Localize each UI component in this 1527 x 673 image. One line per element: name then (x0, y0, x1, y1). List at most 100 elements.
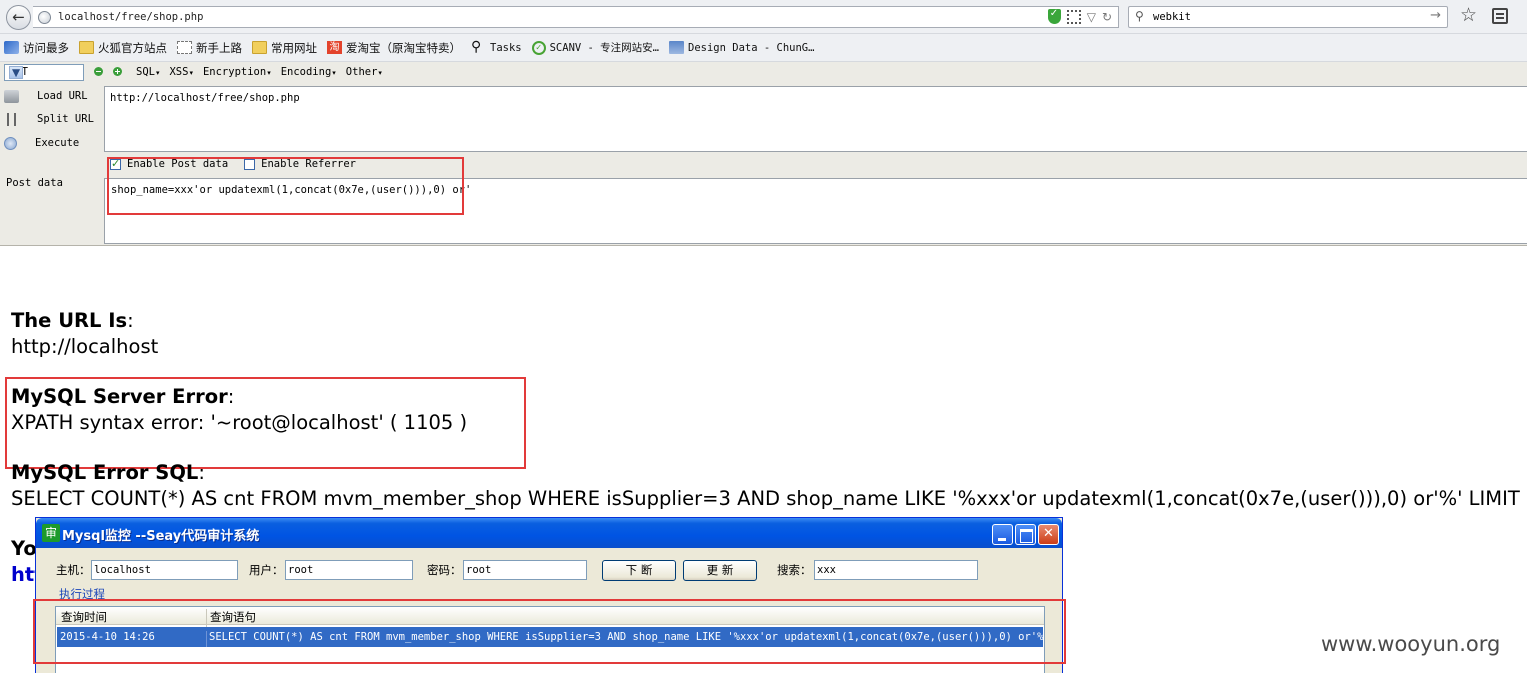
maximize-icon[interactable] (1015, 524, 1036, 545)
window-title: Mysql监控 --Seay代码审计系统 (62, 529, 260, 544)
address-bar[interactable]: localhost/free/shop.php ▽ ↻ (33, 6, 1119, 28)
sql-heading-text: MySQL Error SQL (11, 461, 199, 484)
most-visited-icon (4, 41, 19, 54)
hackbar-menu: SQL XSS Encryption Encoding Other (136, 66, 382, 78)
dropdown-icon[interactable]: ▽ (1087, 10, 1096, 24)
address-text: localhost/free/shop.php (58, 11, 204, 23)
taobao-icon: 淘 (327, 41, 342, 54)
menu-xss[interactable]: XSS (169, 66, 192, 78)
play-icon (4, 136, 17, 150)
row-query: SELECT COUNT(*) AS cnt FROM mvm_member_s… (209, 631, 1043, 643)
bookmark-most-visited[interactable]: 访问最多 (4, 40, 69, 56)
increment-icon[interactable] (113, 67, 122, 76)
column-header-time[interactable]: 查询时间 (61, 609, 107, 625)
cell-separator (206, 631, 207, 647)
qr-code-icon[interactable] (1066, 9, 1081, 24)
password-label: 密码： (427, 563, 462, 577)
tasks-icon: ⚲ (471, 39, 482, 55)
scissors-icon (7, 112, 16, 126)
sql-value: SELECT COUNT(*) AS cnt FROM mvm_member_s… (11, 487, 1527, 510)
go-arrow-icon[interactable]: → (1430, 8, 1441, 23)
enable-post-label: Enable Post data (127, 158, 229, 170)
table-row[interactable]: 2015-4-10 14:26 SELECT COUNT(*) AS cnt F… (57, 627, 1043, 647)
bookmark-firefox-site[interactable]: 火狐官方站点 (79, 40, 167, 56)
window-titlebar[interactable]: 审 Mysql监控 --Seay代码审计系统 (36, 518, 1062, 548)
bookmark-common-urls[interactable]: 常用网址 (252, 40, 317, 56)
decrement-icon[interactable] (94, 67, 103, 76)
split-url-label: Split URL (37, 113, 94, 125)
watermark: www.wooyun.org (1321, 632, 1501, 656)
bookmark-getting-started[interactable]: 新手上路 (177, 40, 242, 56)
column-header-query[interactable]: 查询语句 (210, 609, 256, 625)
bookmarks-bar: 访问最多 火狐官方站点 新手上路 常用网址 淘 爱淘宝（原淘宝特卖） ⚲ Tas… (0, 34, 1527, 62)
menu-encoding[interactable]: Encoding (281, 66, 336, 78)
error-value: XPATH syntax error: '~root@localhost' ( … (11, 411, 468, 434)
folder-icon (79, 41, 94, 54)
bookmark-label: 爱淘宝（原淘宝特卖） (346, 40, 461, 55)
bookmark-label: 常用网址 (271, 40, 317, 55)
enable-referrer-checkbox[interactable] (244, 158, 256, 170)
partial-heading-text: Yo (11, 537, 37, 560)
bookmark-taobao[interactable]: 淘 爱淘宝（原淘宝特卖） (327, 40, 461, 56)
execute-label: Execute (35, 137, 80, 149)
bookmark-label: Tasks (490, 41, 522, 54)
enable-referrer-label: Enable Referrer (261, 158, 356, 170)
search-input[interactable]: xxx (814, 560, 978, 580)
post-data-label: Post data (6, 177, 63, 189)
load-url-icon (4, 89, 19, 103)
url-textarea[interactable]: http://localhost/free/shop.php (104, 86, 1527, 152)
execute-button[interactable]: Execute (4, 133, 79, 153)
page-icon (177, 41, 192, 54)
load-url-label: Load URL (37, 90, 88, 102)
user-label: 用户： (249, 563, 284, 577)
bookmark-scanv[interactable]: ✓ SCANV - 专注网站安… (531, 40, 659, 55)
host-label: 主机： (56, 563, 91, 577)
post-data-textarea[interactable]: shop_name=xxx'or updatexml(1,concat(0x7e… (104, 178, 1527, 244)
error-heading: MySQL Server Error: (11, 385, 235, 408)
search-text: webkit (1153, 11, 1191, 23)
url-heading-text: The URL Is (11, 309, 128, 332)
address-bar-icons: ▽ ↻ (1047, 8, 1112, 24)
break-button[interactable]: 下 断 (602, 560, 676, 581)
url-heading: The URL Is: (11, 309, 134, 332)
partial-heading: Yo (11, 537, 37, 560)
enable-post-checkbox[interactable] (110, 157, 121, 170)
menu-sql[interactable]: SQL (136, 66, 159, 78)
post-options: Enable Post data Enable Referrer (110, 157, 356, 170)
error-heading-text: MySQL Server Error (11, 385, 228, 408)
type-select[interactable]: INT ▼ (4, 64, 84, 81)
bookmark-label: 新手上路 (196, 40, 242, 55)
menu-other[interactable]: Other (346, 66, 382, 78)
search-bar[interactable]: ⚲ webkit → (1128, 6, 1448, 28)
user-input[interactable]: root (285, 560, 413, 580)
bookmark-tasks[interactable]: ⚲ Tasks (471, 39, 522, 55)
post-data-value: shop_name=xxx'or updatexml(1,concat(0x7e… (111, 184, 472, 196)
reload-icon[interactable]: ↻ (1102, 10, 1112, 24)
load-url-button[interactable]: Load URL (4, 86, 88, 106)
minimize-icon[interactable] (992, 524, 1013, 545)
menu-encryption[interactable]: Encryption (203, 66, 271, 78)
shield-icon[interactable] (1047, 8, 1061, 24)
folder-icon (252, 41, 267, 54)
close-icon[interactable] (1038, 524, 1059, 545)
chevron-down-icon[interactable]: ▼ (9, 66, 23, 79)
bookmark-design-data[interactable]: Design Data - ChunG… (669, 41, 814, 54)
back-button[interactable]: ← (6, 5, 31, 30)
mysql-monitor-window: 审 Mysql监控 --Seay代码审计系统 主机： localhost 用户：… (35, 517, 1063, 673)
bookmark-star-icon[interactable]: ☆ (1460, 4, 1477, 26)
row-time: 2015-4-10 14:26 (60, 631, 155, 643)
execution-process-label: 执行过程 (59, 587, 105, 601)
document-icon (669, 41, 685, 54)
app-icon: 审 (42, 524, 60, 542)
column-separator[interactable] (206, 609, 207, 627)
search-label: 搜索： (777, 563, 812, 577)
bookmark-label: 访问最多 (23, 40, 69, 55)
query-log-grid: 查询时间 查询语句 2015-4-10 14:26 SELECT COUNT(*… (55, 606, 1045, 673)
split-url-button[interactable]: Split URL (4, 109, 94, 129)
reading-list-icon[interactable] (1492, 8, 1508, 24)
refresh-button[interactable]: 更 新 (683, 560, 757, 581)
host-input[interactable]: localhost (91, 560, 238, 580)
password-input[interactable]: root (463, 560, 587, 580)
globe-icon (38, 11, 51, 24)
sql-heading: MySQL Error SQL: (11, 461, 205, 484)
